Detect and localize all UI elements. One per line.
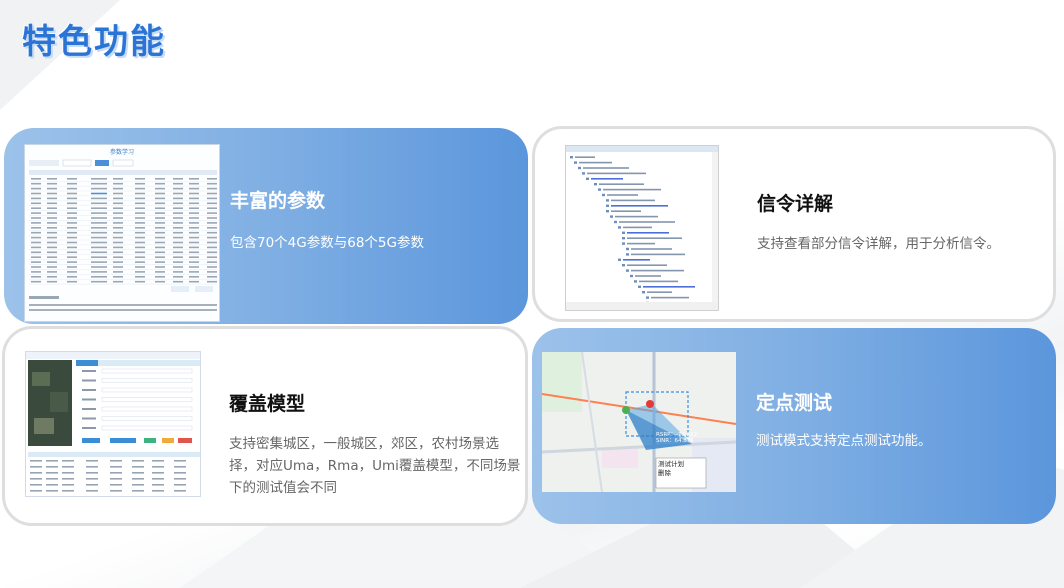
card-fixed-point-test: RSRP：-76.222 SINR：64.876 测试计划 删除 定点测试 测试… <box>532 328 1056 524</box>
table-row <box>29 197 217 202</box>
tree-node <box>642 291 645 294</box>
table-row <box>29 276 217 280</box>
tree-node <box>626 269 629 272</box>
signaling-tree-screenshot <box>565 145 719 311</box>
card-signaling-details: 信令详解 支持查看部分信令详解，用于分析信令。 <box>532 126 1056 322</box>
test-plan-menu-item[interactable]: 测试计划 <box>658 460 704 469</box>
card-title: 覆盖模型 <box>229 393 306 415</box>
table-row <box>29 261 217 265</box>
table-row <box>29 192 217 197</box>
tree-node <box>582 172 585 175</box>
table-row <box>30 472 186 474</box>
tree-node <box>614 220 617 224</box>
tree-node <box>606 199 609 202</box>
table-row <box>29 222 217 226</box>
tree-node <box>626 247 629 251</box>
map-screenshot: RSRP：-76.222 SINR：64.876 测试计划 删除 <box>542 352 736 492</box>
tree-node <box>574 161 577 164</box>
card-title: 定点测试 <box>756 392 833 414</box>
tree-node <box>618 258 621 261</box>
table-row <box>29 280 217 285</box>
tree-node <box>618 226 621 229</box>
parameter-table-screenshot: 参数学习 <box>24 144 220 322</box>
tree-node <box>586 177 589 180</box>
table-row <box>30 460 186 462</box>
table-row <box>29 256 217 260</box>
tree-node <box>638 285 641 288</box>
card-coverage-model: 覆盖模型 支持密集城区，一般城区，郊区，农村场景选择，对应Uma，Rma，Umi… <box>2 326 528 526</box>
table-row <box>29 178 217 182</box>
card-description: 支持密集城区，一般城区，郊区，农村场景选择，对应Uma，Rma，Umi覆盖模型，… <box>229 436 521 496</box>
tree-node <box>622 242 625 245</box>
table-row <box>30 484 186 486</box>
tree-node <box>598 188 601 191</box>
card-description: 包含70个4G参数与68个5G参数 <box>230 235 424 251</box>
coverage-model-screenshot <box>25 351 201 497</box>
table-row <box>29 217 217 221</box>
table-row <box>29 212 217 216</box>
table-row <box>29 182 217 187</box>
tree-node <box>622 237 625 240</box>
table-row <box>29 246 217 251</box>
tree-node <box>594 183 597 186</box>
table-row <box>30 478 186 480</box>
tree-node <box>578 166 581 170</box>
table-row <box>29 207 217 211</box>
table-row <box>30 490 186 492</box>
sinr-value: SINR：64.876 <box>656 438 694 444</box>
card-title: 信令详解 <box>757 193 834 215</box>
screenshot-title: 参数学习 <box>109 149 134 156</box>
table-row <box>29 227 217 231</box>
signaling-tree-graphic <box>566 146 718 310</box>
map-graphic <box>542 352 736 492</box>
table-row <box>29 231 217 236</box>
tree-node <box>622 264 625 267</box>
table-row <box>29 251 217 255</box>
map-popup: RSRP：-76.222 SINR：64.876 <box>656 432 702 444</box>
card-rich-parameters: 参数学习 丰富的参数 包含70个4G参数与68个5G参数 <box>4 128 528 324</box>
delete-menu-item[interactable]: 删除 <box>658 469 704 478</box>
coverage-model-graphic <box>26 352 200 492</box>
tree-node <box>630 274 633 278</box>
popup-menu: 测试计划 删除 <box>658 460 704 478</box>
table-row <box>29 271 217 275</box>
tree-node <box>606 204 609 207</box>
tree-node <box>570 156 573 159</box>
tree-node <box>610 215 613 218</box>
table-row <box>29 202 217 206</box>
table-row <box>29 187 217 192</box>
tree-node <box>602 193 605 197</box>
table-row <box>29 236 217 241</box>
page-title: 特色功能 <box>22 22 166 62</box>
tree-node <box>646 296 649 299</box>
table-row <box>29 241 217 246</box>
tree-node <box>626 253 629 256</box>
card-description: 支持查看部分信令详解，用于分析信令。 <box>757 236 1000 252</box>
table-row <box>30 466 186 468</box>
parameter-table-graphic <box>29 159 217 311</box>
tree-node <box>634 280 637 283</box>
table-row <box>29 266 217 270</box>
card-description: 测试模式支持定点测试功能。 <box>756 433 932 449</box>
card-title: 丰富的参数 <box>230 190 326 212</box>
tree-node <box>606 210 609 213</box>
tree-node <box>622 231 625 234</box>
